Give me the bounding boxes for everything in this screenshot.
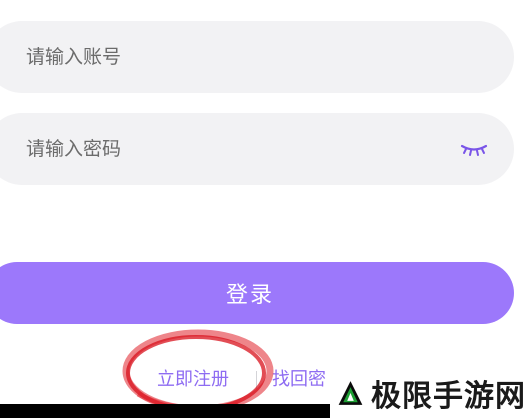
password-input[interactable] (26, 129, 426, 169)
bottom-bar (0, 404, 330, 418)
login-button[interactable]: 登录 (0, 262, 514, 324)
watermark-text: 极限手游网 (371, 378, 526, 414)
register-link[interactable]: 立即注册 (157, 365, 229, 391)
account-field[interactable] (0, 21, 514, 93)
watermark: 极限手游网 (330, 367, 526, 418)
account-input[interactable] (26, 37, 426, 77)
link-divider (256, 371, 257, 389)
password-field[interactable] (0, 113, 514, 185)
eye-closed-icon[interactable] (460, 143, 488, 157)
forgot-password-link[interactable]: 找回密 (272, 365, 326, 391)
triangle-a-logo-icon (336, 378, 365, 407)
